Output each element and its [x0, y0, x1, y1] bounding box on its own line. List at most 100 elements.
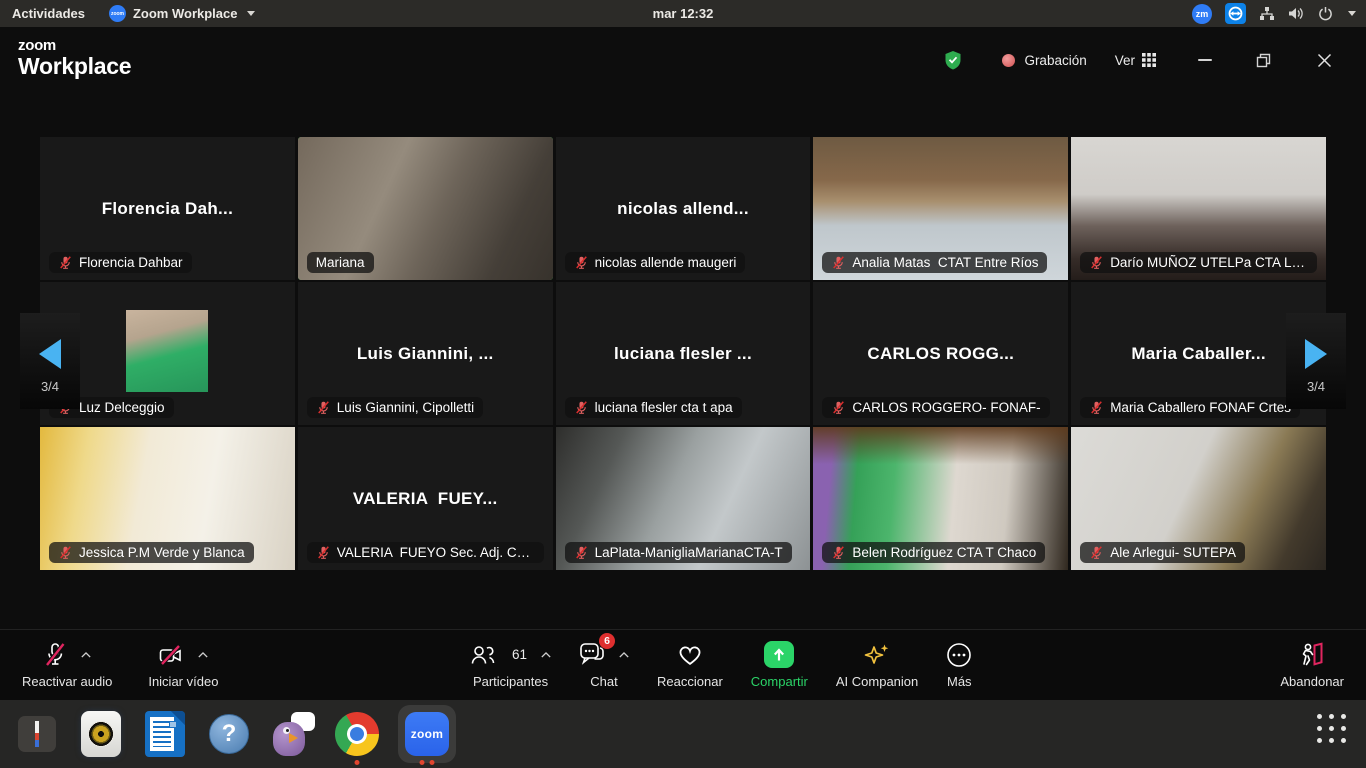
- participant-tile[interactable]: LaPlata-ManigliaMarianaCTA-T: [556, 427, 811, 570]
- zoom-meeting-window: zoom Workplace Grabación Ver: [0, 27, 1366, 700]
- participant-tile[interactable]: Luis Giannini, ... Luis Giannini, Cipoll…: [298, 282, 553, 425]
- unmute-button[interactable]: Reactivar audio: [22, 641, 112, 689]
- chat-button[interactable]: 6 Chat: [579, 641, 629, 689]
- participant-name-tag: Analia Matas CTAT Entre Ríos: [822, 252, 1047, 273]
- zoom-app-icon: zoom: [405, 712, 449, 756]
- close-button[interactable]: [1317, 53, 1332, 68]
- participant-tile-active-speaker[interactable]: Mariana: [298, 137, 553, 280]
- mic-muted-icon: [43, 642, 67, 668]
- chat-unread-badge: 6: [599, 633, 615, 649]
- chat-label: Chat: [590, 674, 617, 689]
- participants-label: Participantes: [473, 674, 548, 689]
- activities-button[interactable]: Actividades: [0, 0, 99, 27]
- muted-mic-icon: [1089, 400, 1104, 415]
- show-applications-button[interactable]: [1317, 714, 1346, 743]
- help-question-icon: ?: [209, 714, 249, 754]
- tray-caret-icon[interactable]: [1348, 11, 1356, 16]
- participant-tile[interactable]: Ale Arlegui- SUTEPA: [1071, 427, 1326, 570]
- participant-name-tag: luciana flesler cta t apa: [565, 397, 742, 418]
- participant-tile[interactable]: nicolas allend... nicolas allende mauger…: [556, 137, 811, 280]
- heart-icon: [677, 642, 703, 667]
- participant-name-tag: VALERIA FUEYO Sec. Adj. CTA...: [307, 542, 544, 563]
- gallery-grid-icon: [1142, 53, 1156, 67]
- dock-item-pidgin[interactable]: [270, 711, 316, 757]
- participant-tile[interactable]: Jessica P.M Verde y Blanca: [40, 427, 295, 570]
- zoom-tray-icon[interactable]: zm: [1192, 4, 1212, 24]
- muted-mic-icon: [58, 545, 73, 560]
- muted-mic-icon: [316, 545, 331, 560]
- logo-zoom-text: zoom: [18, 38, 131, 54]
- leave-meeting-button[interactable]: Abandonar: [1280, 641, 1344, 689]
- recording-indicator[interactable]: Grabación: [1002, 53, 1086, 68]
- participant-name-tag: nicolas allende maugeri: [565, 252, 746, 273]
- dock-item-help[interactable]: ?: [206, 711, 252, 757]
- reactions-button[interactable]: Reaccionar: [657, 641, 723, 689]
- next-arrow-icon: [1305, 339, 1327, 369]
- app-menu-zoom-workplace[interactable]: zoom Zoom Workplace: [99, 0, 265, 27]
- share-screen-button[interactable]: Compartir: [751, 641, 808, 689]
- participant-tile[interactable]: VALERIA FUEY... VALERIA FUEYO Sec. Adj. …: [298, 427, 553, 570]
- leave-door-icon: [1299, 642, 1325, 668]
- zoom-app-menu-icon: zoom: [109, 5, 126, 22]
- teamviewer-tray-icon[interactable]: [1225, 3, 1246, 24]
- participant-tile[interactable]: Analia Matas CTAT Entre Ríos: [813, 137, 1068, 280]
- view-button[interactable]: Ver: [1115, 53, 1156, 68]
- volume-icon[interactable]: [1288, 6, 1305, 21]
- muted-mic-icon: [831, 545, 846, 560]
- more-ellipsis-icon: [946, 642, 972, 668]
- muted-mic-icon: [831, 400, 846, 415]
- participant-tile[interactable]: CARLOS ROGG... CARLOS ROGGERO- FONAF-: [813, 282, 1068, 425]
- participant-tile[interactable]: Darío MUÑOZ UTELPa CTA La ...: [1071, 137, 1326, 280]
- minimize-button[interactable]: [1198, 59, 1212, 61]
- dock: ? zoom: [0, 700, 1366, 768]
- participant-tile[interactable]: luciana flesler ... luciana flesler cta …: [556, 282, 811, 425]
- chat-chevron[interactable]: [619, 652, 629, 658]
- participants-button[interactable]: 61 Participantes: [470, 641, 551, 689]
- chrome-running-indicator: [355, 760, 360, 765]
- participant-name-tag: Darío MUÑOZ UTELPa CTA La ...: [1080, 252, 1317, 273]
- dock-item-music-player[interactable]: [78, 711, 124, 757]
- participants-count: 61: [512, 647, 527, 662]
- gallery-next-page-button[interactable]: 3/4: [1286, 313, 1346, 409]
- muted-mic-icon: [574, 400, 589, 415]
- ai-sparkle-icon: [863, 642, 891, 668]
- dock-item-chrome[interactable]: [334, 711, 380, 757]
- logo-workplace-text: Workplace: [18, 54, 131, 78]
- zoom-running-indicator: [420, 760, 435, 765]
- page-indicator: 3/4: [1307, 379, 1325, 394]
- participant-name-tag: LaPlata-ManigliaMarianaCTA-T: [565, 542, 792, 563]
- participant-name-tag: Mariana: [307, 252, 374, 273]
- dock-item-libreoffice-writer[interactable]: [142, 711, 188, 757]
- network-icon[interactable]: [1259, 6, 1275, 21]
- start-video-label: Iniciar vídeo: [148, 674, 218, 689]
- app-menu-caret-icon: [247, 11, 255, 16]
- encryption-shield-icon[interactable]: [944, 50, 962, 70]
- prev-arrow-icon: [39, 339, 61, 369]
- muted-mic-icon: [574, 255, 589, 270]
- participant-tile[interactable]: Belen Rodríguez CTA T Chaco: [813, 427, 1068, 570]
- participants-chevron[interactable]: [541, 652, 551, 658]
- more-label: Más: [947, 674, 972, 689]
- ai-companion-label: AI Companion: [836, 674, 918, 689]
- start-video-button[interactable]: Iniciar vídeo: [148, 641, 218, 689]
- audio-options-chevron[interactable]: [81, 652, 91, 658]
- muted-mic-icon: [58, 255, 73, 270]
- reactions-label: Reaccionar: [657, 674, 723, 689]
- ai-companion-button[interactable]: AI Companion: [836, 641, 918, 689]
- camera-off-icon: [158, 643, 184, 667]
- participant-name-tag: Belen Rodríguez CTA T Chaco: [822, 542, 1045, 563]
- unmute-label: Reactivar audio: [22, 674, 112, 689]
- dock-item-zoom-active[interactable]: zoom: [398, 705, 456, 763]
- page-indicator: 3/4: [41, 379, 59, 394]
- participant-tile[interactable]: Florencia Dah... Florencia Dahbar: [40, 137, 295, 280]
- gallery-prev-page-button[interactable]: 3/4: [20, 313, 80, 409]
- video-options-chevron[interactable]: [198, 652, 208, 658]
- more-button[interactable]: Más: [946, 641, 972, 689]
- app-menu-label: Zoom Workplace: [133, 6, 238, 21]
- restore-button[interactable]: [1256, 53, 1271, 68]
- power-icon[interactable]: [1318, 6, 1333, 21]
- system-top-bar: Actividades zoom Zoom Workplace mar 12:3…: [0, 0, 1366, 27]
- zoom-workplace-logo: zoom Workplace: [18, 38, 131, 78]
- text-cursor-icon: [18, 716, 56, 752]
- dock-item-text-editor[interactable]: [14, 711, 60, 757]
